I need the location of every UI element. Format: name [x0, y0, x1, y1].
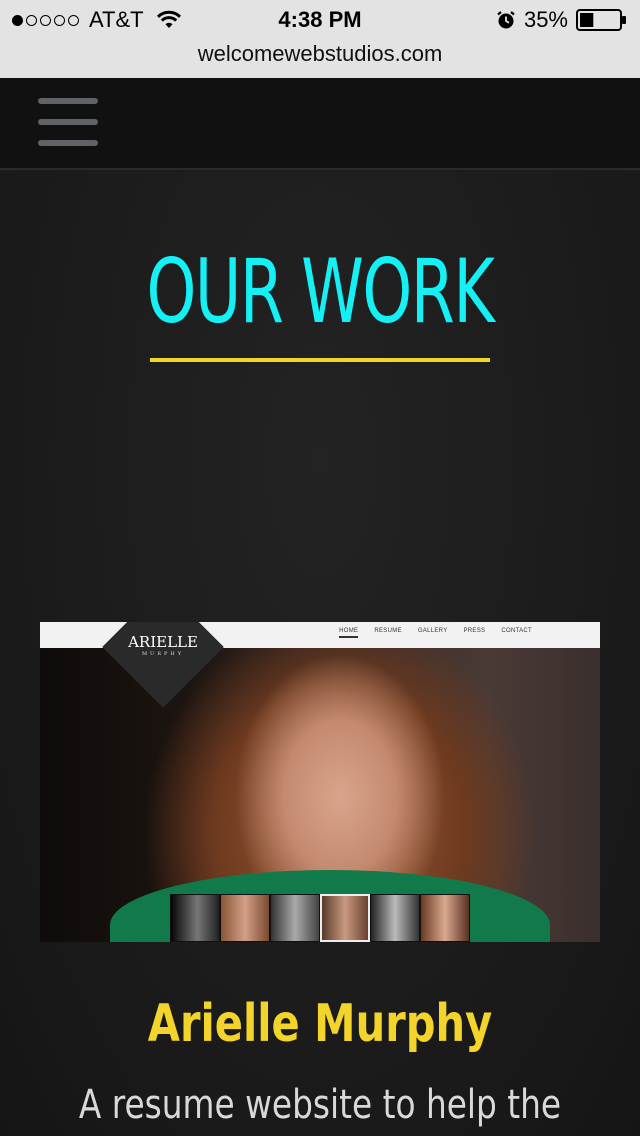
screenshot-logo-title: ARIELLE [128, 633, 198, 651]
thumbnail [420, 894, 470, 942]
title-underline [150, 358, 490, 362]
thumbnail [170, 894, 220, 942]
thumbnail [370, 894, 420, 942]
screenshot-nav-press: PRESS [463, 628, 486, 634]
screenshot-logo: ARIELLE MURPHY [110, 634, 216, 658]
screenshot-nav-gallery: GALLERY [417, 628, 448, 634]
screenshot-nav-home: HOME [339, 628, 359, 638]
url-bar[interactable]: welcomewebstudios.com [0, 40, 640, 78]
thumbnail [270, 894, 320, 942]
thumbnail-selected [320, 894, 370, 942]
url-text[interactable]: welcomewebstudios.com [198, 41, 443, 66]
project-screenshot[interactable]: HOME RESUME GALLERY PRESS CONTACT ARIELL… [40, 622, 600, 942]
menu-bar [38, 98, 98, 104]
site-navbar [0, 78, 640, 170]
main-content: OUR WORK HOME RESUME GALLERY PRESS CONTA… [0, 172, 640, 1136]
screenshot-nav-contact: CONTACT [501, 628, 532, 634]
screenshot-nav: HOME RESUME GALLERY PRESS CONTACT [339, 628, 532, 638]
alarm-icon [497, 11, 515, 29]
project-name[interactable]: Arielle Murphy [64, 994, 576, 1054]
menu-bar [38, 140, 98, 146]
status-bar: AT&T 4:38 PM 35% [0, 0, 640, 40]
hamburger-menu-icon[interactable] [38, 98, 98, 150]
battery-percent: 35% [523, 7, 568, 32]
section-title: OUR WORK [146, 240, 495, 343]
screenshot-thumbnails [170, 894, 470, 942]
project-description: A resume website to help the [78, 1082, 562, 1128]
menu-bar [38, 119, 98, 125]
status-right: 35% [496, 7, 628, 33]
screenshot-logo-subtitle: MURPHY [141, 651, 185, 657]
battery-icon [576, 9, 626, 31]
screenshot-nav-resume: RESUME [374, 628, 402, 634]
thumbnail [220, 894, 270, 942]
